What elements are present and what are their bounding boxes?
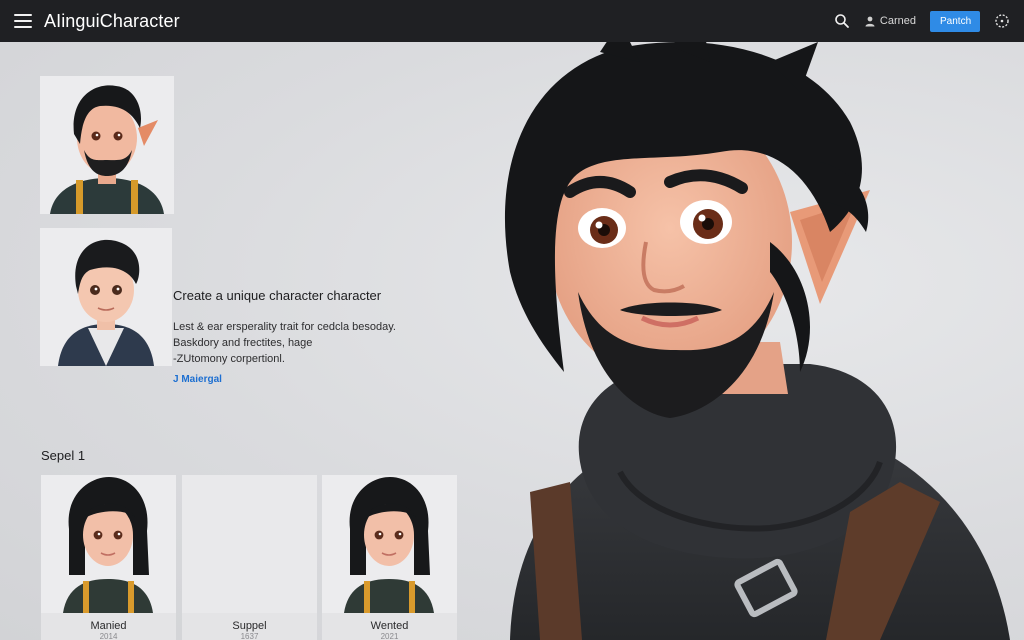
- topbar-actions: Carned Pantch: [834, 10, 1010, 32]
- gallery-card-1-name: Manied: [90, 620, 127, 632]
- gallery-card-2-art: [182, 475, 317, 613]
- gallery-card-2-year: 1637: [240, 632, 259, 640]
- top-bar: AIinguiCharacter Carned Pantch: [0, 0, 1024, 42]
- bearded-elf-portrait: [40, 76, 174, 214]
- bearded-elf-hero-illustration: [504, 42, 1010, 640]
- info-title: Create a unique character character: [173, 288, 382, 303]
- gallery-card-2-caption: Suppel 1637: [182, 613, 317, 640]
- gallery-card-3-art: [322, 475, 457, 613]
- long-hair-girl-portrait: [41, 475, 176, 613]
- character-thumbnail-1[interactable]: [40, 76, 174, 214]
- gallery-card-1-art: [41, 475, 176, 613]
- character-hero-render: [470, 42, 1024, 640]
- app-title: AIinguiCharacter: [44, 10, 180, 31]
- gallery-card-1-year: 2014: [99, 632, 118, 640]
- search-icon[interactable]: [834, 13, 850, 29]
- gallery-card-3-year: 2021: [380, 632, 399, 640]
- character-info: Create a unique character character Lest…: [173, 288, 473, 385]
- main-canvas: Create a unique character character Lest…: [0, 42, 1024, 640]
- info-link[interactable]: J Maiergal: [173, 374, 473, 385]
- gallery-section-label: Sepel 1: [41, 448, 86, 463]
- gallery-card-3[interactable]: Wented 2021: [322, 475, 457, 640]
- gallery-card-3-caption: Wented 2021: [322, 613, 457, 640]
- settings-icon[interactable]: [994, 13, 1010, 29]
- info-description-line-3: -ZUtomony corpertionl.: [173, 353, 285, 365]
- account-button[interactable]: Carned: [864, 15, 916, 27]
- publish-button[interactable]: Pantch: [930, 10, 980, 32]
- hoodie-boy-portrait: [40, 228, 172, 366]
- gallery-card-3-name: Wented: [370, 620, 409, 632]
- info-description-line-2: Baskdory and frectites, hage: [173, 337, 313, 349]
- user-icon: [865, 16, 875, 27]
- account-label: Carned: [879, 15, 916, 27]
- character-thumbnail-2[interactable]: [40, 228, 172, 366]
- info-description-line-1: Lest & ear ersperality trait for cedcla …: [173, 321, 396, 333]
- long-hair-girl-portrait: [322, 475, 457, 613]
- gallery-card-1-caption: Manied 2014: [41, 613, 176, 640]
- info-description: Lest & ear ersperality trait for cedcla …: [173, 319, 473, 367]
- menu-icon[interactable]: [14, 14, 32, 28]
- gallery-card-1[interactable]: Manied 2014: [41, 475, 176, 640]
- gallery-card-2-name: Suppel: [232, 620, 267, 632]
- gallery-card-2[interactable]: Suppel 1637: [182, 475, 317, 640]
